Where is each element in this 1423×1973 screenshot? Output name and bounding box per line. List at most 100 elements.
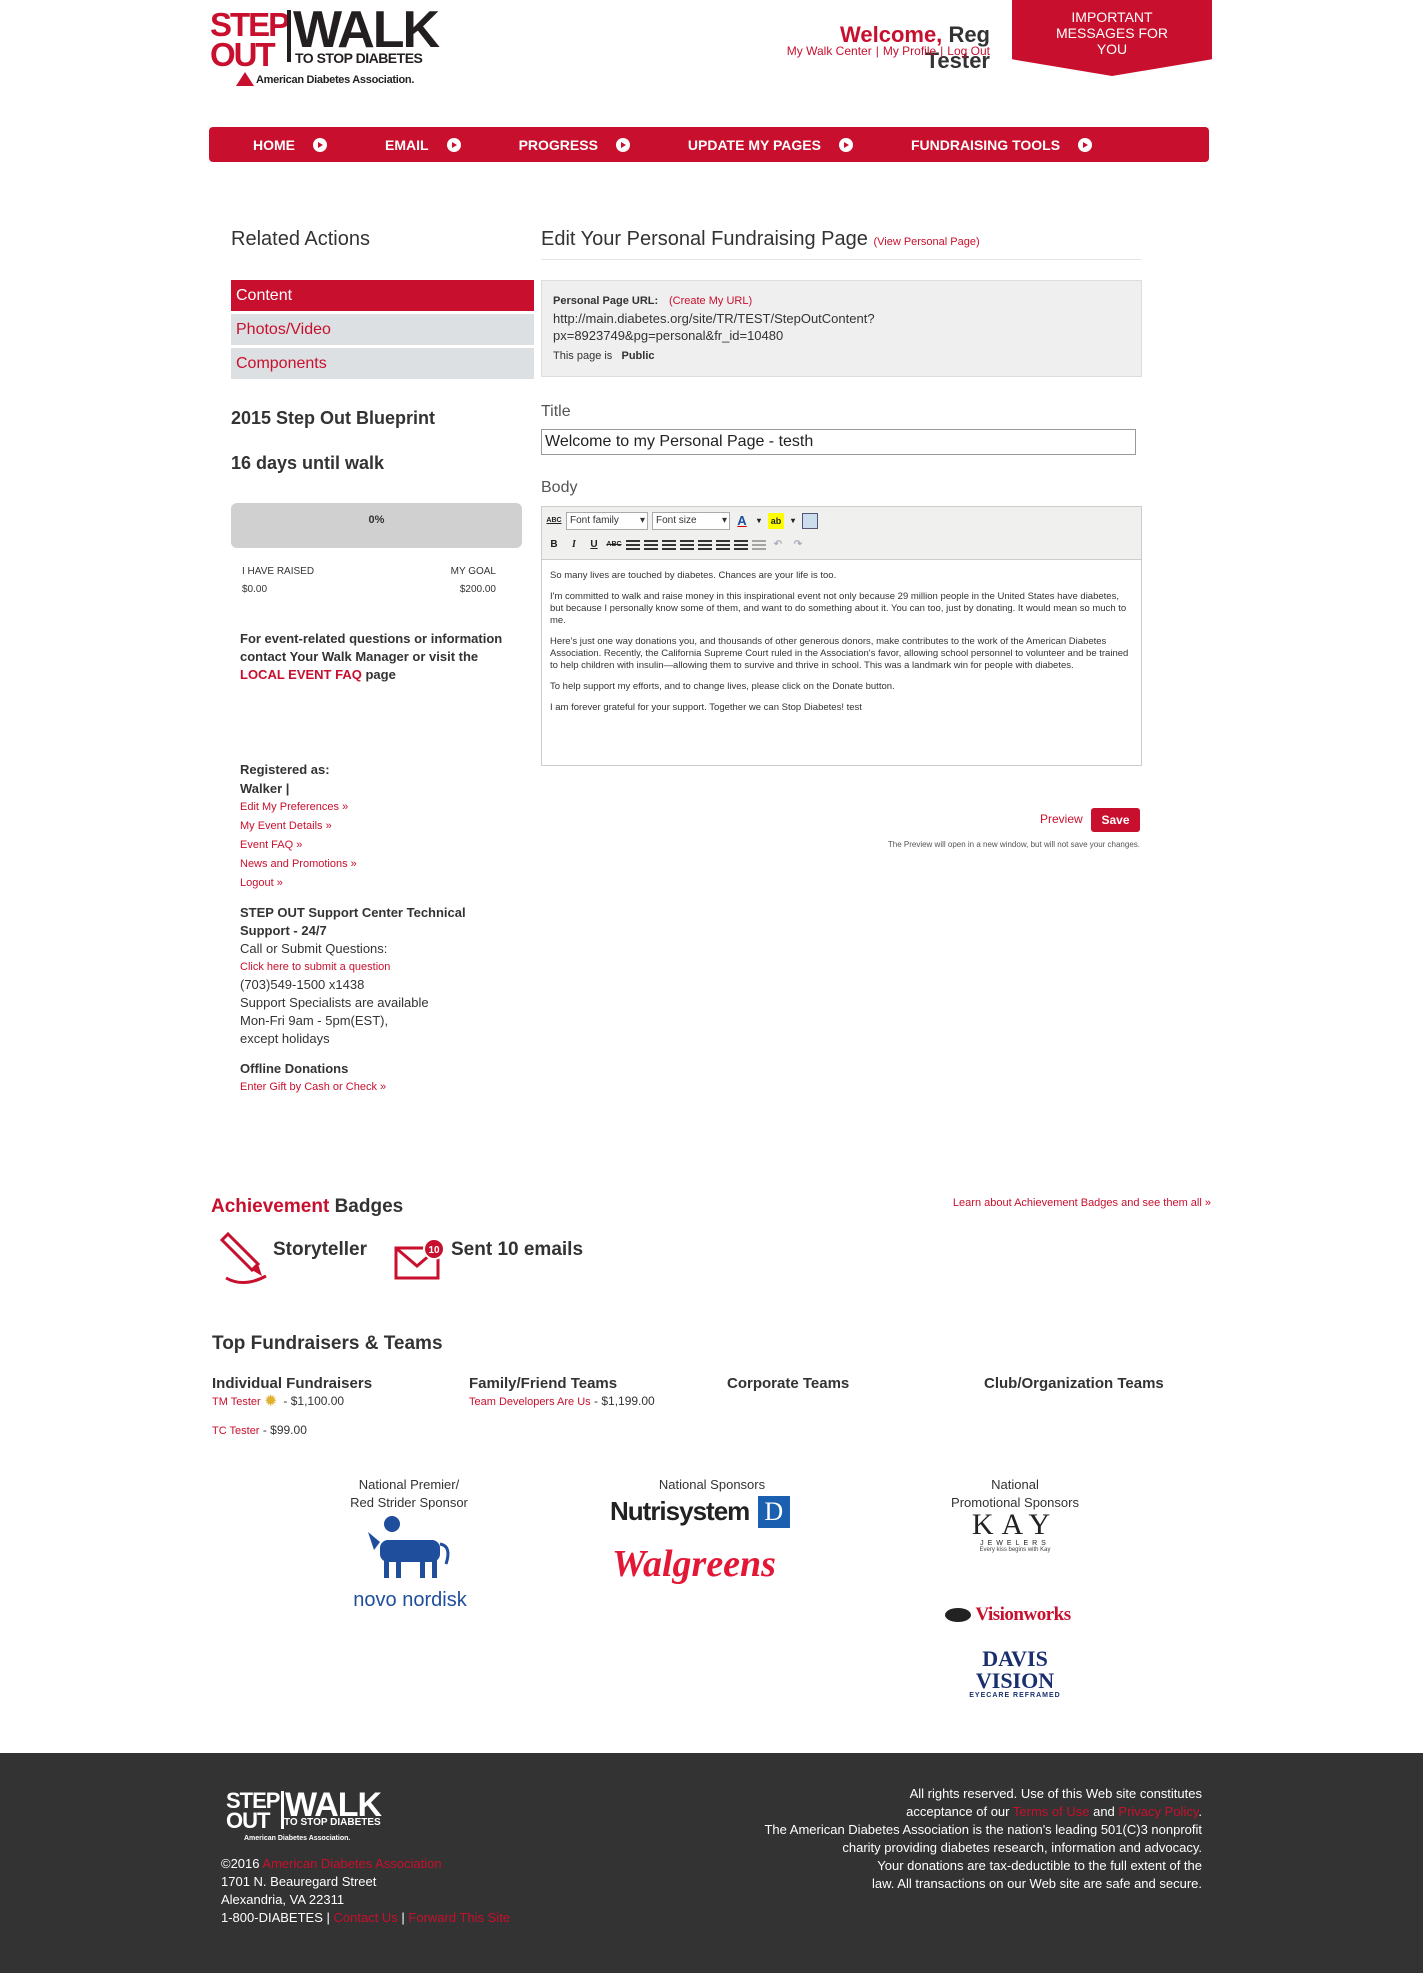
news-promotions-link[interactable]: News and Promotions »: [240, 855, 540, 874]
ada-wordmark: American Diabetes Association.: [256, 74, 415, 86]
fundraiser-link[interactable]: TM Tester: [212, 1396, 261, 1408]
dropdown-icon[interactable]: ▾: [788, 513, 798, 529]
ada-triangle-icon: [236, 72, 254, 86]
kay-jewelers-logo[interactable]: KAY JEWELERS Every kiss begins with Kay: [950, 1510, 1080, 1554]
underline-icon[interactable]: U: [586, 537, 602, 553]
text-color-icon[interactable]: A: [734, 513, 750, 529]
save-button[interactable]: Save: [1091, 808, 1140, 832]
novo-nordisk-logo[interactable]: novo nordisk: [340, 1512, 480, 1612]
related-actions-heading: Related Actions: [231, 228, 370, 250]
logo-tagline: TO STOP DIABETES: [295, 50, 423, 66]
italic-icon[interactable]: I: [566, 537, 582, 553]
view-personal-page-link[interactable]: (View Personal Page): [873, 236, 979, 248]
submit-question-link[interactable]: Click here to submit a question: [240, 958, 540, 976]
arrow-right-icon: [313, 137, 327, 152]
body-paragraph: Here's just one way donations you, and t…: [550, 636, 1129, 671]
body-paragraph: So many lives are touched by diabetes. C…: [550, 570, 837, 581]
my-walk-center-link[interactable]: My Walk Center: [787, 44, 872, 58]
important-messages-banner[interactable]: IMPORTANT MESSAGES FOR YOU: [1012, 0, 1212, 76]
apis-bull-icon: [368, 1516, 450, 1578]
align-left-icon[interactable]: [626, 540, 640, 550]
pen-icon: [219, 1231, 267, 1284]
badge-sent-emails: Sent 10 emails: [451, 1239, 584, 1260]
sidebar-logout-link[interactable]: Logout »: [240, 874, 540, 893]
redo-icon[interactable]: ↷: [790, 537, 806, 553]
body-paragraph: I'm committed to walk and raise money in…: [550, 591, 1127, 626]
individual-fundraisers-heading: Individual Fundraisers: [212, 1375, 373, 1392]
spellcheck-icon[interactable]: ABC: [546, 513, 562, 529]
learn-achievement-badges-link[interactable]: Learn about Achievement Badges and see t…: [880, 1197, 1211, 1209]
nav-fundraising-tools[interactable]: FUNDRAISING TOOLS: [911, 137, 1093, 153]
preview-link[interactable]: Preview: [1040, 812, 1083, 826]
logo-divider: [287, 10, 291, 62]
logo-step-out: STEP OUT: [210, 6, 290, 73]
team-link[interactable]: Team Developers Are Us: [469, 1396, 591, 1408]
numbered-list-icon[interactable]: [716, 540, 730, 550]
logout-link[interactable]: Log Out: [947, 44, 990, 58]
days-until-walk: 16 days until walk: [231, 453, 385, 473]
subnav-content[interactable]: Content: [231, 280, 534, 311]
nav-progress[interactable]: PROGRESS: [519, 137, 630, 153]
nutrisystem-logo[interactable]: Nutrisystem D: [610, 1496, 810, 1532]
family-teams-heading: Family/Friend Teams: [469, 1375, 618, 1392]
arrow-right-icon: [1078, 137, 1093, 152]
footer-contact-info: ©2016 American Diabetes Association 1701…: [221, 1856, 511, 1925]
progress-percent: 0%: [368, 514, 385, 526]
create-url-link[interactable]: (Create My URL): [669, 295, 752, 307]
support-phone: (703)549-1500 x1438: [240, 977, 365, 992]
subnav-components[interactable]: Components: [231, 348, 534, 379]
arrow-right-icon: [615, 137, 630, 152]
arrow-right-icon: [838, 137, 853, 152]
align-justify-icon[interactable]: [680, 540, 694, 550]
font-size-select[interactable]: Font size ▾: [652, 512, 730, 530]
local-event-faq-link[interactable]: LOCAL EVENT FAQ: [240, 667, 362, 682]
dropdown-icon[interactable]: ▾: [754, 513, 764, 529]
indent-icon[interactable]: [752, 540, 766, 550]
event-faq-link[interactable]: Event FAQ »: [240, 836, 540, 855]
body-paragraph: I am forever grateful for your support. …: [550, 702, 862, 713]
email-count-badge: 10: [423, 1238, 445, 1260]
walgreens-logo[interactable]: Walgreens: [612, 1542, 816, 1586]
raised-value: $0.00: [242, 584, 268, 595]
contact-us-link[interactable]: Contact Us: [333, 1910, 397, 1925]
forward-site-link[interactable]: Forward This Site: [408, 1910, 510, 1925]
font-family-select[interactable]: Font family ▾: [566, 512, 648, 530]
nav-home[interactable]: HOME: [253, 137, 327, 153]
edit-preferences-link[interactable]: Edit My Preferences »: [240, 798, 540, 817]
strikethrough-icon[interactable]: ABC: [606, 537, 622, 553]
nav-email[interactable]: EMAIL: [385, 137, 461, 153]
undo-icon[interactable]: ↶: [770, 537, 786, 553]
rich-text-editor[interactable]: ABC Font family ▾ Font size ▾ A ▾ ab ▾ B I…: [541, 506, 1142, 766]
outdent-icon[interactable]: [734, 540, 748, 550]
fundraising-progress-bar: 0%: [231, 503, 522, 548]
privacy-policy-link[interactable]: Privacy Policy: [1118, 1804, 1198, 1819]
account-links: My Walk Center | My Profile | Log Out: [786, 44, 990, 58]
editor-body[interactable]: So many lives are touched by diabetes. C…: [542, 560, 1141, 733]
page-status: Public: [621, 350, 655, 362]
terms-of-use-link[interactable]: Terms of Use: [1013, 1804, 1090, 1819]
main-nav: HOME EMAIL PROGRESS UPDATE MY PAGES FUND…: [209, 127, 1209, 162]
visionworks-logo[interactable]: Visionworks: [945, 1604, 1085, 1630]
title-label: Title: [541, 403, 571, 420]
promo-sponsors-label: National Promotional Sponsors: [951, 1477, 1079, 1510]
highlight-color-icon[interactable]: ab: [768, 513, 784, 529]
align-right-icon[interactable]: [662, 540, 676, 550]
page-title: Edit Your Personal Fundraising Page (Vie…: [541, 228, 980, 250]
paste-word-icon[interactable]: [802, 513, 818, 529]
corporate-teams-heading: Corporate Teams: [727, 1375, 850, 1392]
bullet-list-icon[interactable]: [698, 540, 712, 550]
subnav-photos-video[interactable]: Photos/Video: [231, 314, 534, 345]
my-profile-link[interactable]: My Profile: [883, 44, 936, 58]
bold-icon[interactable]: B: [546, 537, 562, 553]
fundraiser-link[interactable]: TC Tester: [212, 1425, 259, 1437]
raised-label: I HAVE RAISED: [242, 566, 315, 577]
my-event-details-link[interactable]: My Event Details »: [240, 817, 540, 836]
ada-link[interactable]: American Diabetes Association: [262, 1856, 441, 1871]
nav-update-my-pages[interactable]: UPDATE MY PAGES: [688, 137, 853, 153]
enter-gift-link[interactable]: Enter Gift by Cash or Check »: [240, 1078, 540, 1096]
footer-legal-text: All rights reserved. Use of this Web sit…: [764, 1786, 1202, 1891]
title-input[interactable]: [541, 429, 1136, 455]
content-subnav: Content Photos/Video Components: [231, 280, 534, 382]
davis-vision-logo[interactable]: DAVIS VISION EYECARE REFRAMED: [945, 1648, 1085, 1700]
align-center-icon[interactable]: [644, 540, 658, 550]
